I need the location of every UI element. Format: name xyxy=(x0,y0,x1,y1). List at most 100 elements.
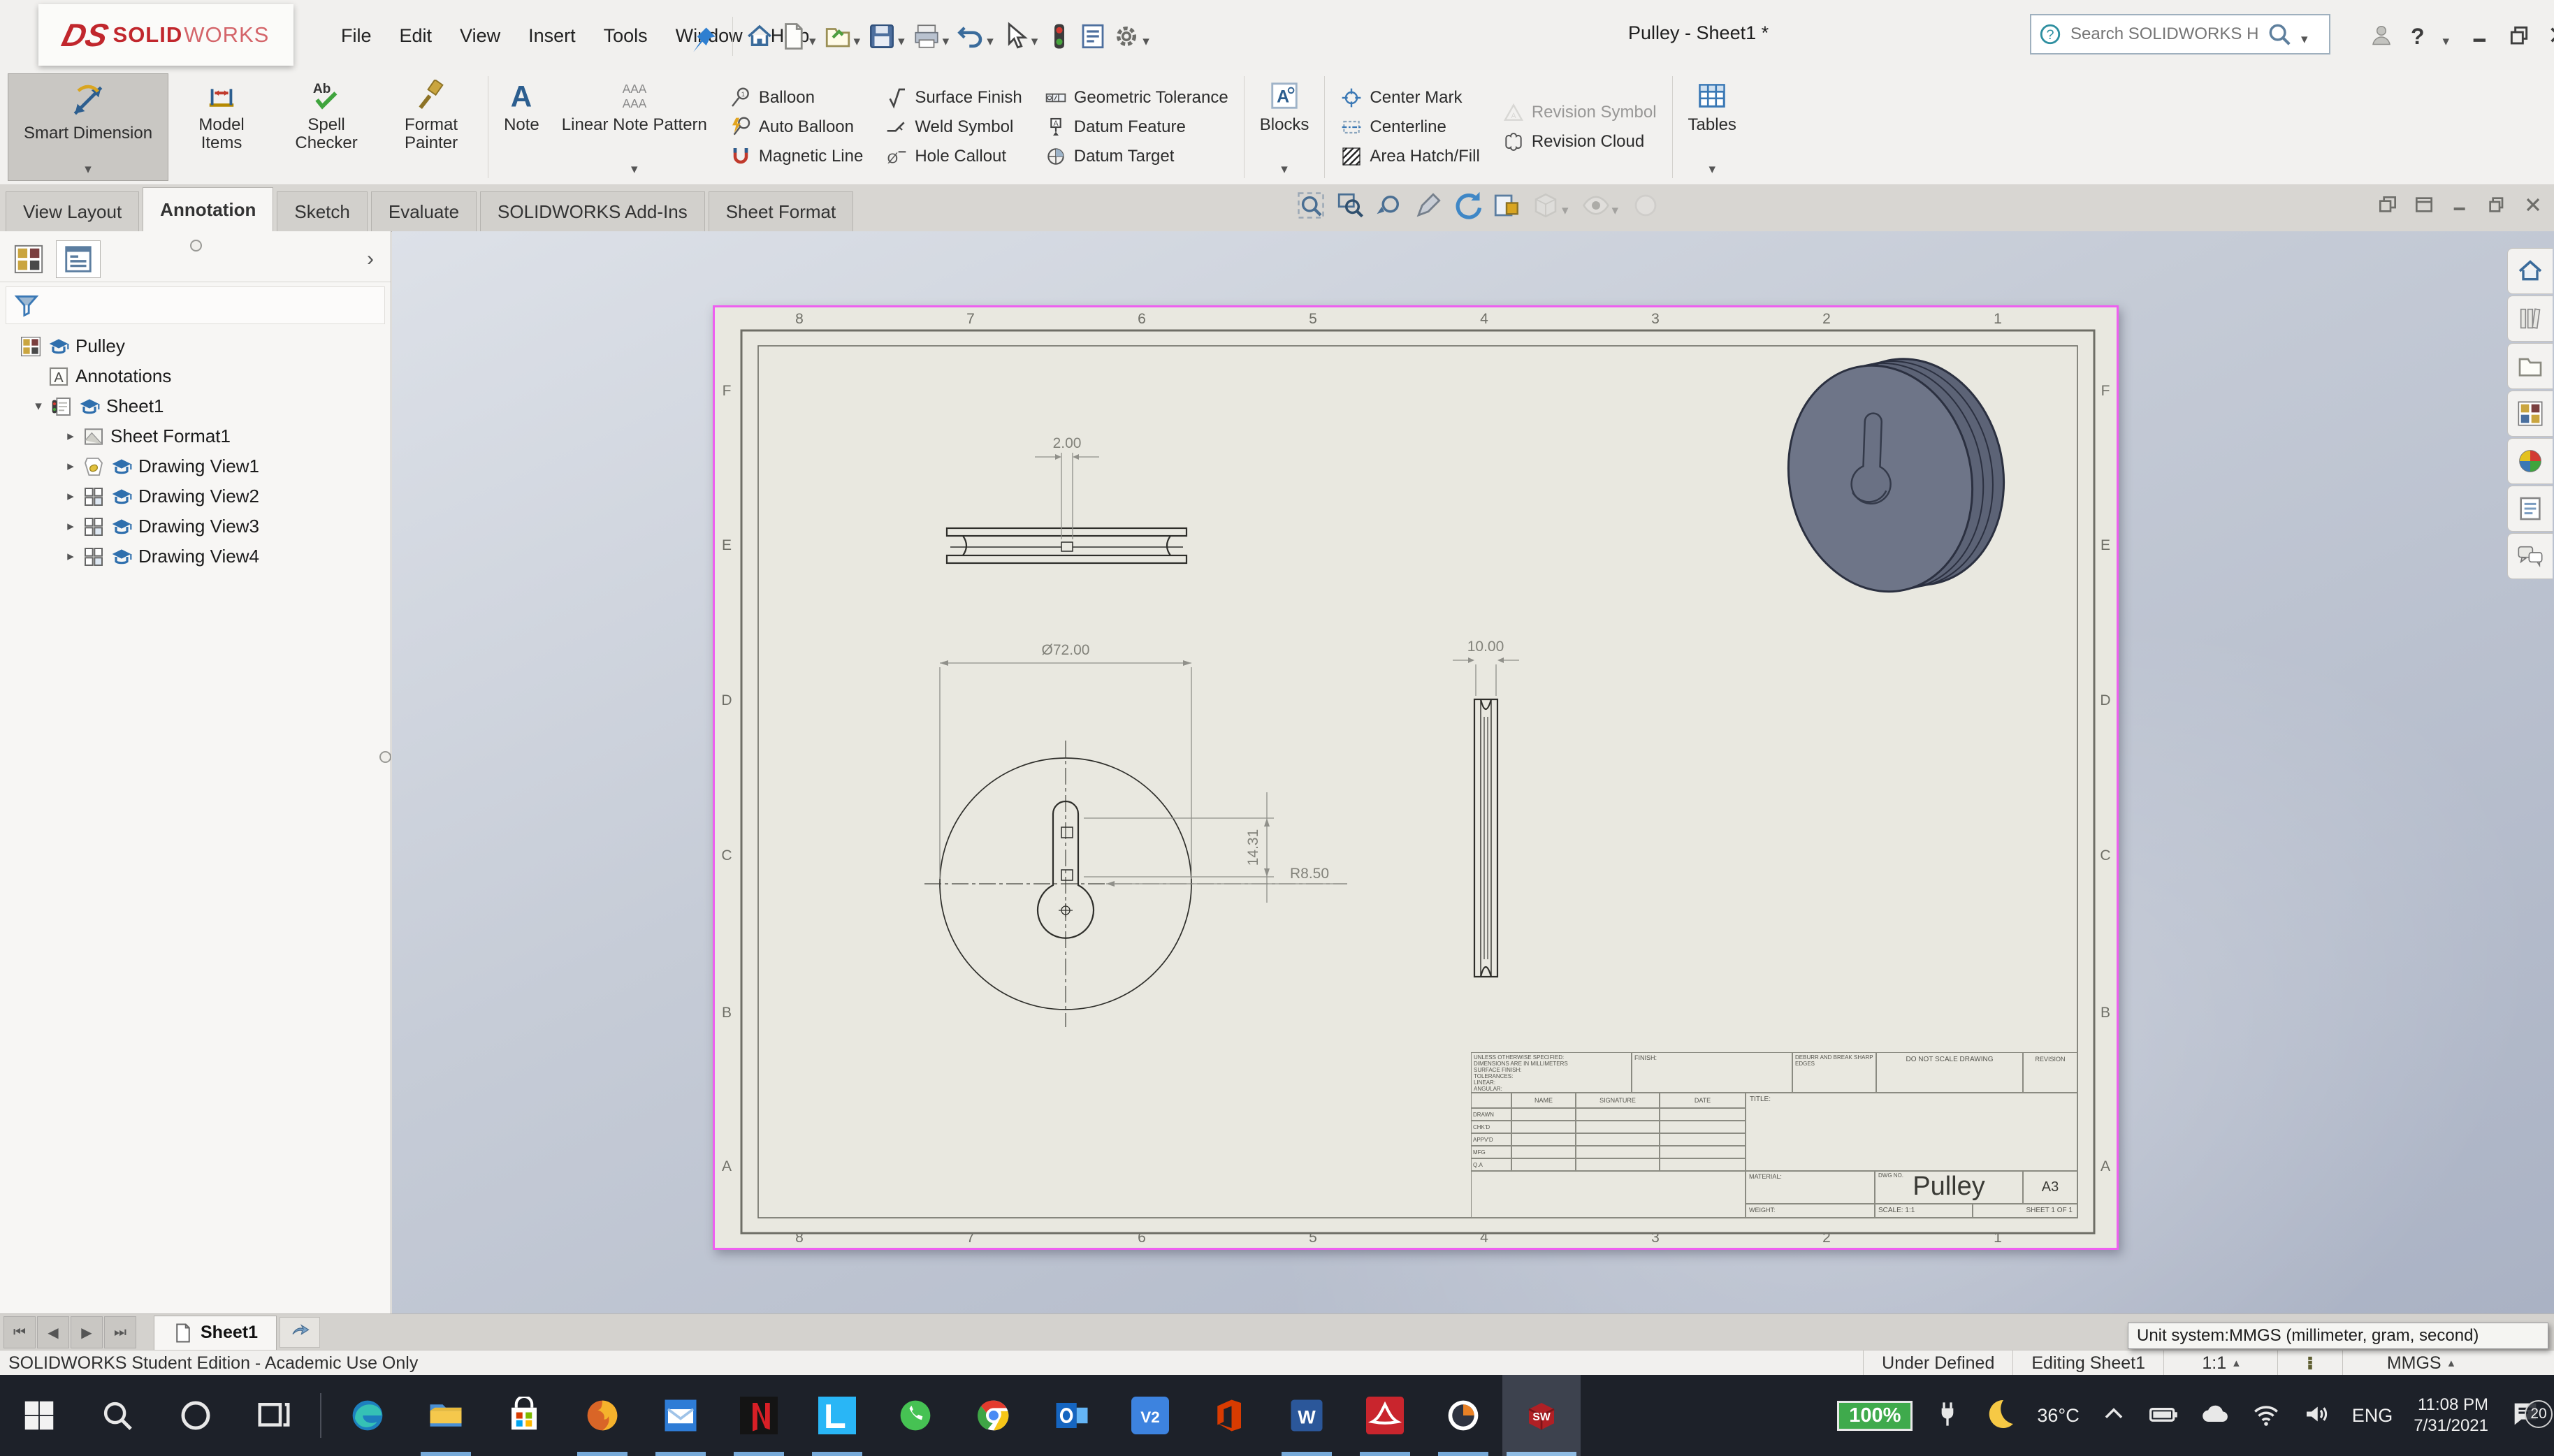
dropdown-caret-icon[interactable]: ▾ xyxy=(898,34,905,50)
datum-target-button[interactable]: Datum Target xyxy=(1045,145,1228,168)
menu-insert[interactable]: Insert xyxy=(516,20,588,52)
dropdown-caret-icon[interactable]: ▾ xyxy=(809,34,816,50)
auto-balloon-button[interactable]: Auto Balloon xyxy=(730,116,863,138)
menu-edit[interactable]: Edit xyxy=(387,20,445,52)
doc-close-button[interactable] xyxy=(2522,194,2544,219)
note-button[interactable]: ANote xyxy=(493,73,550,181)
zoom-area-button[interactable] xyxy=(1335,191,1365,220)
tab-solidworks-add-ins[interactable]: SOLIDWORKS Add-Ins xyxy=(480,191,705,231)
taskbar-v2-button[interactable]: V2 xyxy=(1111,1375,1189,1456)
panel-expand-icon[interactable]: › xyxy=(367,247,384,271)
panel-collapse-handle[interactable] xyxy=(190,240,202,252)
taskbar-firefox-button[interactable] xyxy=(563,1375,641,1456)
tab-sheet-format[interactable]: Sheet Format xyxy=(709,191,854,231)
drawing-viewport[interactable]: 2.00 Ø72.00 xyxy=(392,231,2554,1313)
model-items-button[interactable]: Model Items xyxy=(170,73,273,181)
expand-arrow-icon[interactable]: ▸ xyxy=(59,428,82,444)
tp-explorer-button[interactable] xyxy=(2507,343,2553,389)
taskbar-word-button[interactable]: W xyxy=(1268,1375,1346,1456)
menu-file[interactable]: File xyxy=(328,20,384,52)
tree-item-drawing-view1[interactable]: ▸Drawing View1 xyxy=(0,451,391,481)
hole-callout-button[interactable]: ØHole Callout xyxy=(885,145,1022,168)
dropdown-caret-icon[interactable]: ▾ xyxy=(943,34,950,50)
drawing-sheet[interactable]: 2.00 Ø72.00 xyxy=(713,305,2119,1250)
tp-palette-button[interactable] xyxy=(2507,391,2553,437)
datum-feature-button[interactable]: ADatum Feature xyxy=(1045,116,1228,138)
temperature[interactable]: 36°C xyxy=(2037,1405,2079,1427)
dropdown-caret-icon[interactable]: ▾ xyxy=(1708,161,1715,179)
tree-item-pulley[interactable]: Pulley xyxy=(0,331,391,361)
clock[interactable]: 11:08 PM7/31/2021 xyxy=(2414,1395,2488,1436)
dim-text-vertical[interactable]: 14.31 xyxy=(1245,829,1261,866)
rebuild-button[interactable] xyxy=(1043,17,1076,56)
sheet-scroll-button[interactable] xyxy=(280,1317,320,1348)
user-profile-button[interactable] xyxy=(2369,22,2394,51)
dim-text-radius[interactable]: R8.50 xyxy=(1290,866,1329,882)
taskbar-lens-button[interactable] xyxy=(1424,1375,1502,1456)
gear-button[interactable]: ▾ xyxy=(1110,17,1154,56)
menu-view[interactable]: View xyxy=(447,20,513,52)
tree-item-drawing-view2[interactable]: ▸Drawing View2 xyxy=(0,481,391,511)
taskbar-solidworks-button[interactable]: SW xyxy=(1502,1375,1581,1456)
next-sheet-button[interactable]: ▶ xyxy=(71,1316,103,1348)
format-painter-button[interactable]: Format Painter xyxy=(379,73,483,181)
language-indicator[interactable]: ENG xyxy=(2352,1405,2393,1427)
tree-item-sheet1[interactable]: ▾Sheet1 xyxy=(0,391,391,421)
tp-forum-button[interactable] xyxy=(2507,533,2553,579)
open-folder-button[interactable]: ▾ xyxy=(821,17,866,56)
expand-arrow-icon[interactable]: ▸ xyxy=(59,518,82,534)
balloon-button[interactable]: 1Balloon xyxy=(730,87,863,109)
magnetic-line-button[interactable]: Magnetic Line xyxy=(730,145,863,168)
taskbar-cortana-button[interactable] xyxy=(157,1375,235,1456)
dropdown-caret-icon[interactable]: ▾ xyxy=(1031,34,1038,50)
doc-options-button[interactable] xyxy=(1076,17,1110,56)
menu-tools[interactable]: Tools xyxy=(591,20,660,52)
drawing-view-isometric[interactable] xyxy=(1768,342,2024,609)
search-caret-icon[interactable]: ▾ xyxy=(2301,31,2308,48)
first-sheet-button[interactable]: ⏮ xyxy=(3,1316,36,1348)
prev-sheet-button[interactable]: ◀ xyxy=(37,1316,69,1348)
taskbar-start-button[interactable] xyxy=(0,1375,78,1456)
view-selector-button[interactable] xyxy=(1414,191,1443,220)
taskbar-task-view-button[interactable] xyxy=(235,1375,313,1456)
tab-annotation[interactable]: Annotation xyxy=(143,187,273,231)
undo-button[interactable]: ▾ xyxy=(954,17,999,56)
splitter-handle[interactable] xyxy=(379,751,391,763)
doc-minimize-button[interactable] xyxy=(2449,194,2472,219)
taskbar-store-button[interactable] xyxy=(485,1375,563,1456)
taskbar-whatsapp-button[interactable] xyxy=(876,1375,955,1456)
dropdown-caret-icon[interactable]: ▾ xyxy=(854,34,861,50)
zoom-fit-button[interactable] xyxy=(1296,191,1326,220)
tab-evaluate[interactable]: Evaluate xyxy=(371,191,477,231)
dim-text-diameter[interactable]: Ø72.00 xyxy=(1042,642,1090,658)
revision-cloud-button[interactable]: Revision Cloud xyxy=(1502,131,1657,153)
tab-sketch[interactable]: Sketch xyxy=(277,191,368,231)
taskbar-edge-button[interactable] xyxy=(328,1375,407,1456)
dropdown-caret-icon[interactable]: ▾ xyxy=(85,161,92,179)
taskbar-mail-button[interactable] xyxy=(641,1375,720,1456)
doc-restore-button[interactable] xyxy=(2486,194,2508,219)
sheet-tab-active[interactable]: Sheet1 xyxy=(154,1316,277,1350)
new-document-button[interactable]: ▾ xyxy=(776,17,821,56)
dropdown-caret-icon[interactable]: ▾ xyxy=(1281,161,1288,179)
weld-symbol-button[interactable]: Weld Symbol xyxy=(885,116,1022,138)
taskbar-l-app-button[interactable] xyxy=(798,1375,876,1456)
select-cursor-button[interactable]: ▾ xyxy=(999,17,1043,56)
unit-system-select[interactable]: MMGS▴ xyxy=(2342,1351,2498,1376)
home-button[interactable] xyxy=(743,17,776,56)
doc-pane-button[interactable] xyxy=(2413,194,2435,219)
tab-feature-tree[interactable] xyxy=(7,241,50,277)
tab-view-layout[interactable]: View Layout xyxy=(6,191,139,231)
area-hatch-fill-button[interactable]: Area Hatch/Fill xyxy=(1340,145,1479,168)
last-sheet-button[interactable]: ⏭ xyxy=(104,1316,136,1348)
tree-item-sheet-format1[interactable]: ▸Sheet Format1 xyxy=(0,421,391,451)
tree-item-drawing-view3[interactable]: ▸Drawing View3 xyxy=(0,511,391,541)
tray-battery[interactable] xyxy=(2148,1399,2179,1433)
print-button[interactable]: ▾ xyxy=(910,17,955,56)
tab-property-manager[interactable] xyxy=(56,240,101,278)
surface-finish-button[interactable]: Surface Finish xyxy=(885,87,1022,109)
magnifier-icon[interactable] xyxy=(2266,21,2293,48)
previous-view-button[interactable] xyxy=(1374,191,1404,220)
smart-dimension-button[interactable]: Smart Dimension▾ xyxy=(8,73,168,181)
tree-filter[interactable] xyxy=(6,286,385,324)
